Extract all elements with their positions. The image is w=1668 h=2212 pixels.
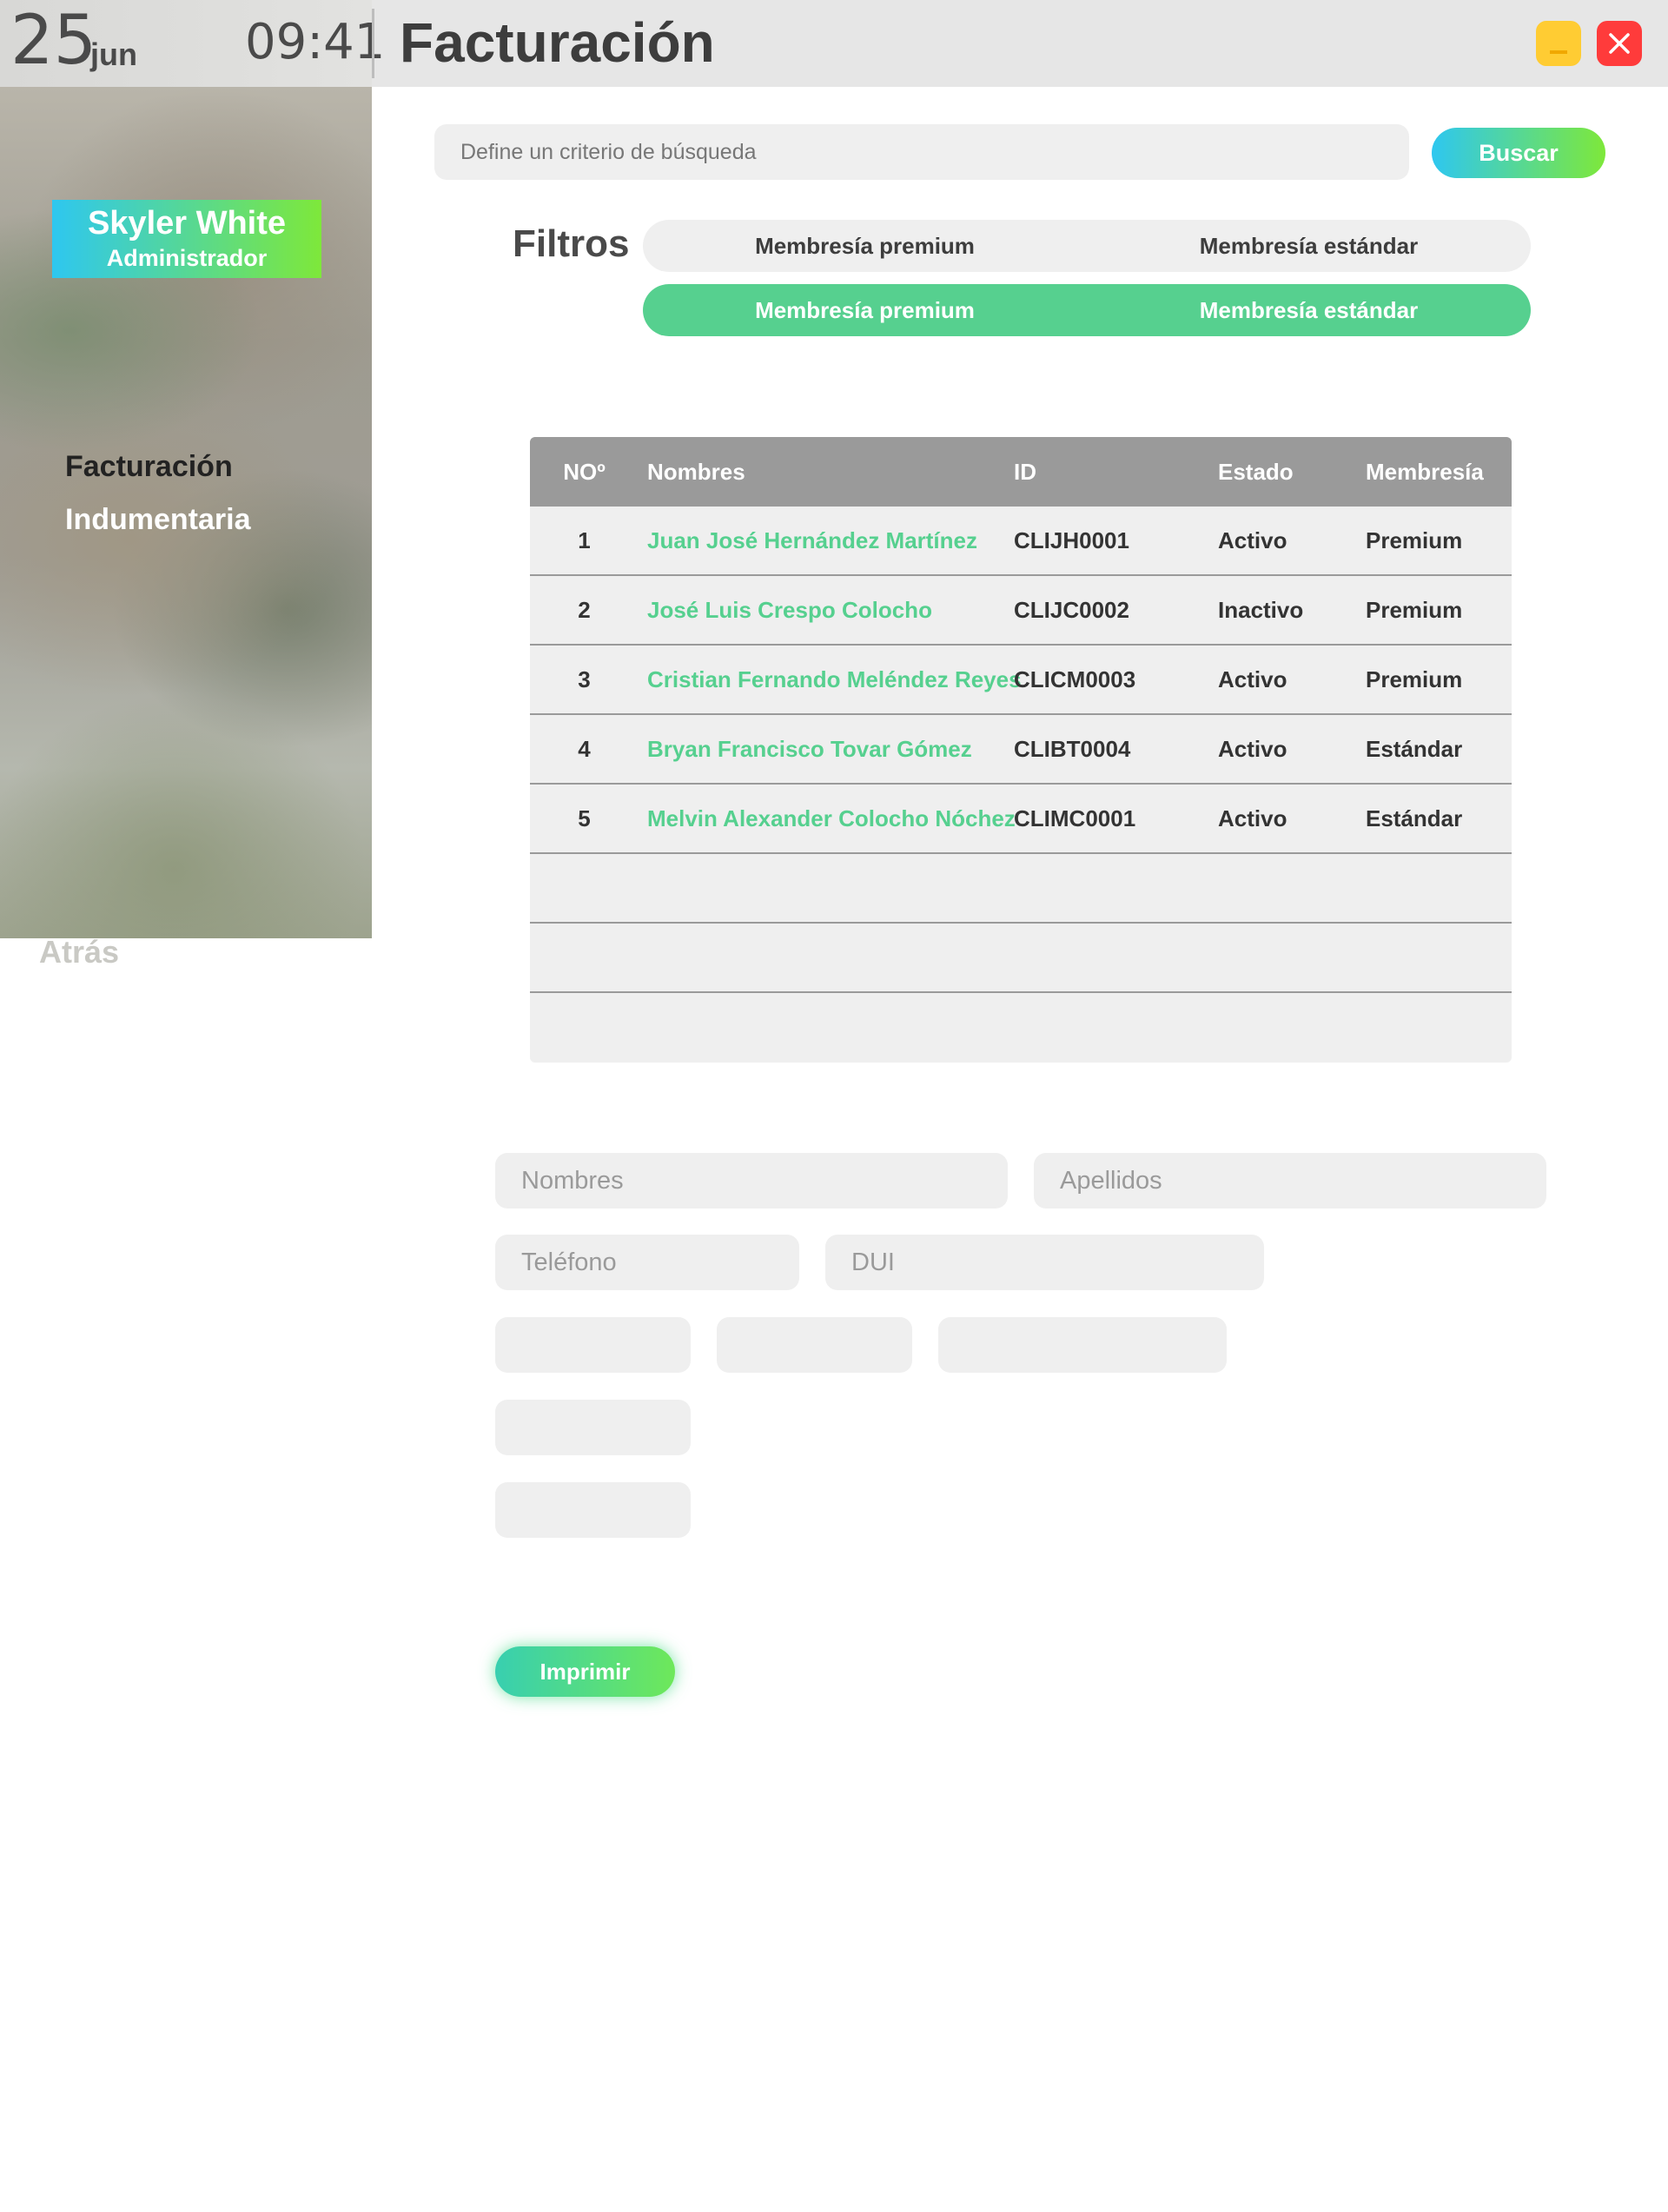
cell-name-link[interactable]: Bryan Francisco Tovar Gómez <box>647 715 972 783</box>
cell-membership: Estándar <box>1366 736 1463 762</box>
nombres-field[interactable] <box>495 1153 1008 1209</box>
table-header: NOº Nombres ID Estado Membresía <box>530 437 1512 507</box>
back-label[interactable]: Atrás <box>39 934 119 970</box>
cell-id: CLIJC0002 <box>1014 597 1129 623</box>
column-header-membresia: Membresía <box>1366 459 1484 485</box>
cell-no: 2 <box>578 597 591 623</box>
filters-label: Filtros <box>513 222 630 265</box>
column-header-no: NOº <box>563 459 606 485</box>
table-row-empty <box>530 924 1512 993</box>
cell-no: 3 <box>578 666 591 692</box>
cell-id: CLIJH0001 <box>1014 527 1129 553</box>
cell-state: Activo <box>1218 527 1287 553</box>
cell-name-link[interactable]: Melvin Alexander Colocho Nóchez <box>647 785 1016 852</box>
title-divider <box>372 9 374 78</box>
table-row[interactable]: 4 Bryan Francisco Tovar Gómez CLIBT0004 … <box>530 715 1512 785</box>
dui-field[interactable] <box>825 1235 1264 1290</box>
filter-toggle-row: Membresía premium Membresía estándar <box>643 220 1531 272</box>
cell-state: Activo <box>1218 666 1287 692</box>
cell-state: Activo <box>1218 805 1287 831</box>
search-button[interactable]: Buscar <box>1432 128 1605 178</box>
sidebar: Skyler White Administrador Facturación I… <box>0 87 372 1002</box>
cell-no: 5 <box>578 805 591 831</box>
cell-name-link[interactable]: Cristian Fernando Meléndez Reyes <box>647 646 1022 713</box>
filter-toggle-row-selected: Membresía premium Membresía estándar <box>643 284 1531 336</box>
extra-field-3[interactable] <box>938 1317 1227 1373</box>
logout-label: Cerrar sesión <box>59 966 253 1002</box>
table-row[interactable]: 2 José Luis Crespo Colocho CLIJC0002 Ina… <box>530 576 1512 646</box>
page-title: Facturación <box>400 11 715 74</box>
print-button[interactable]: Imprimir <box>495 1646 675 1697</box>
close-icon <box>1609 33 1630 54</box>
cell-no: 1 <box>578 527 591 553</box>
cell-name-link[interactable]: José Luis Crespo Colocho <box>647 576 932 644</box>
extra-field-5[interactable] <box>495 1482 691 1538</box>
table-row[interactable]: 1 Juan José Hernández Martínez CLIJH0001… <box>530 507 1512 576</box>
chevron-left-icon <box>40 970 55 997</box>
sidebar-item-facturacion[interactable]: Facturación <box>65 450 233 484</box>
table-row[interactable]: 5 Melvin Alexander Colocho Nóchez CLIMC0… <box>530 785 1512 854</box>
extra-field-1[interactable] <box>495 1317 691 1373</box>
close-button[interactable] <box>1597 21 1642 66</box>
column-header-id: ID <box>1014 459 1036 485</box>
logout-button[interactable]: Cerrar sesión <box>38 966 252 1003</box>
date-time-panel: 25 jun 09:41 <box>0 0 385 87</box>
apellidos-field[interactable] <box>1034 1153 1546 1209</box>
date-month: jun <box>90 36 137 72</box>
user-name: Skyler White <box>87 205 287 242</box>
user-role: Administrador <box>106 245 268 271</box>
cell-state: Inactivo <box>1218 597 1304 623</box>
cell-id: CLIMC0001 <box>1014 805 1136 831</box>
filter-standard-option[interactable]: Membresía estándar <box>1087 220 1531 272</box>
minimize-icon <box>1550 50 1567 54</box>
sidebar-item-indumentaria[interactable]: Indumentaria <box>65 503 250 537</box>
filter-standard-option-selected[interactable]: Membresía estándar <box>1087 284 1531 336</box>
date-day: 25 <box>10 2 97 80</box>
minimize-button[interactable] <box>1536 21 1581 66</box>
table-row[interactable]: 3 Cristian Fernando Meléndez Reyes CLICM… <box>530 646 1512 715</box>
cell-id: CLIBT0004 <box>1014 736 1131 762</box>
cell-membership: Premium <box>1366 666 1463 692</box>
telefono-field[interactable] <box>495 1235 799 1290</box>
cell-no: 4 <box>578 736 591 762</box>
clock: 09:41 <box>245 14 386 70</box>
table-row-empty <box>530 854 1512 924</box>
cell-membership: Estándar <box>1366 805 1463 831</box>
cell-state: Activo <box>1218 736 1287 762</box>
search-input[interactable] <box>434 124 1409 180</box>
column-header-nombres: Nombres <box>647 459 745 485</box>
cell-id: CLICM0003 <box>1014 666 1136 692</box>
filter-premium-option[interactable]: Membresía premium <box>643 220 1087 272</box>
clients-table: NOº Nombres ID Estado Membresía 1 Juan J… <box>530 437 1512 1063</box>
column-header-estado: Estado <box>1218 459 1294 485</box>
cell-name-link[interactable]: Juan José Hernández Martínez <box>647 507 977 574</box>
cell-membership: Premium <box>1366 527 1463 553</box>
user-badge: Skyler White Administrador <box>52 200 321 278</box>
extra-field-4[interactable] <box>495 1400 691 1455</box>
extra-field-2[interactable] <box>717 1317 912 1373</box>
cell-membership: Premium <box>1366 597 1463 623</box>
filter-premium-option-selected[interactable]: Membresía premium <box>643 284 1087 336</box>
